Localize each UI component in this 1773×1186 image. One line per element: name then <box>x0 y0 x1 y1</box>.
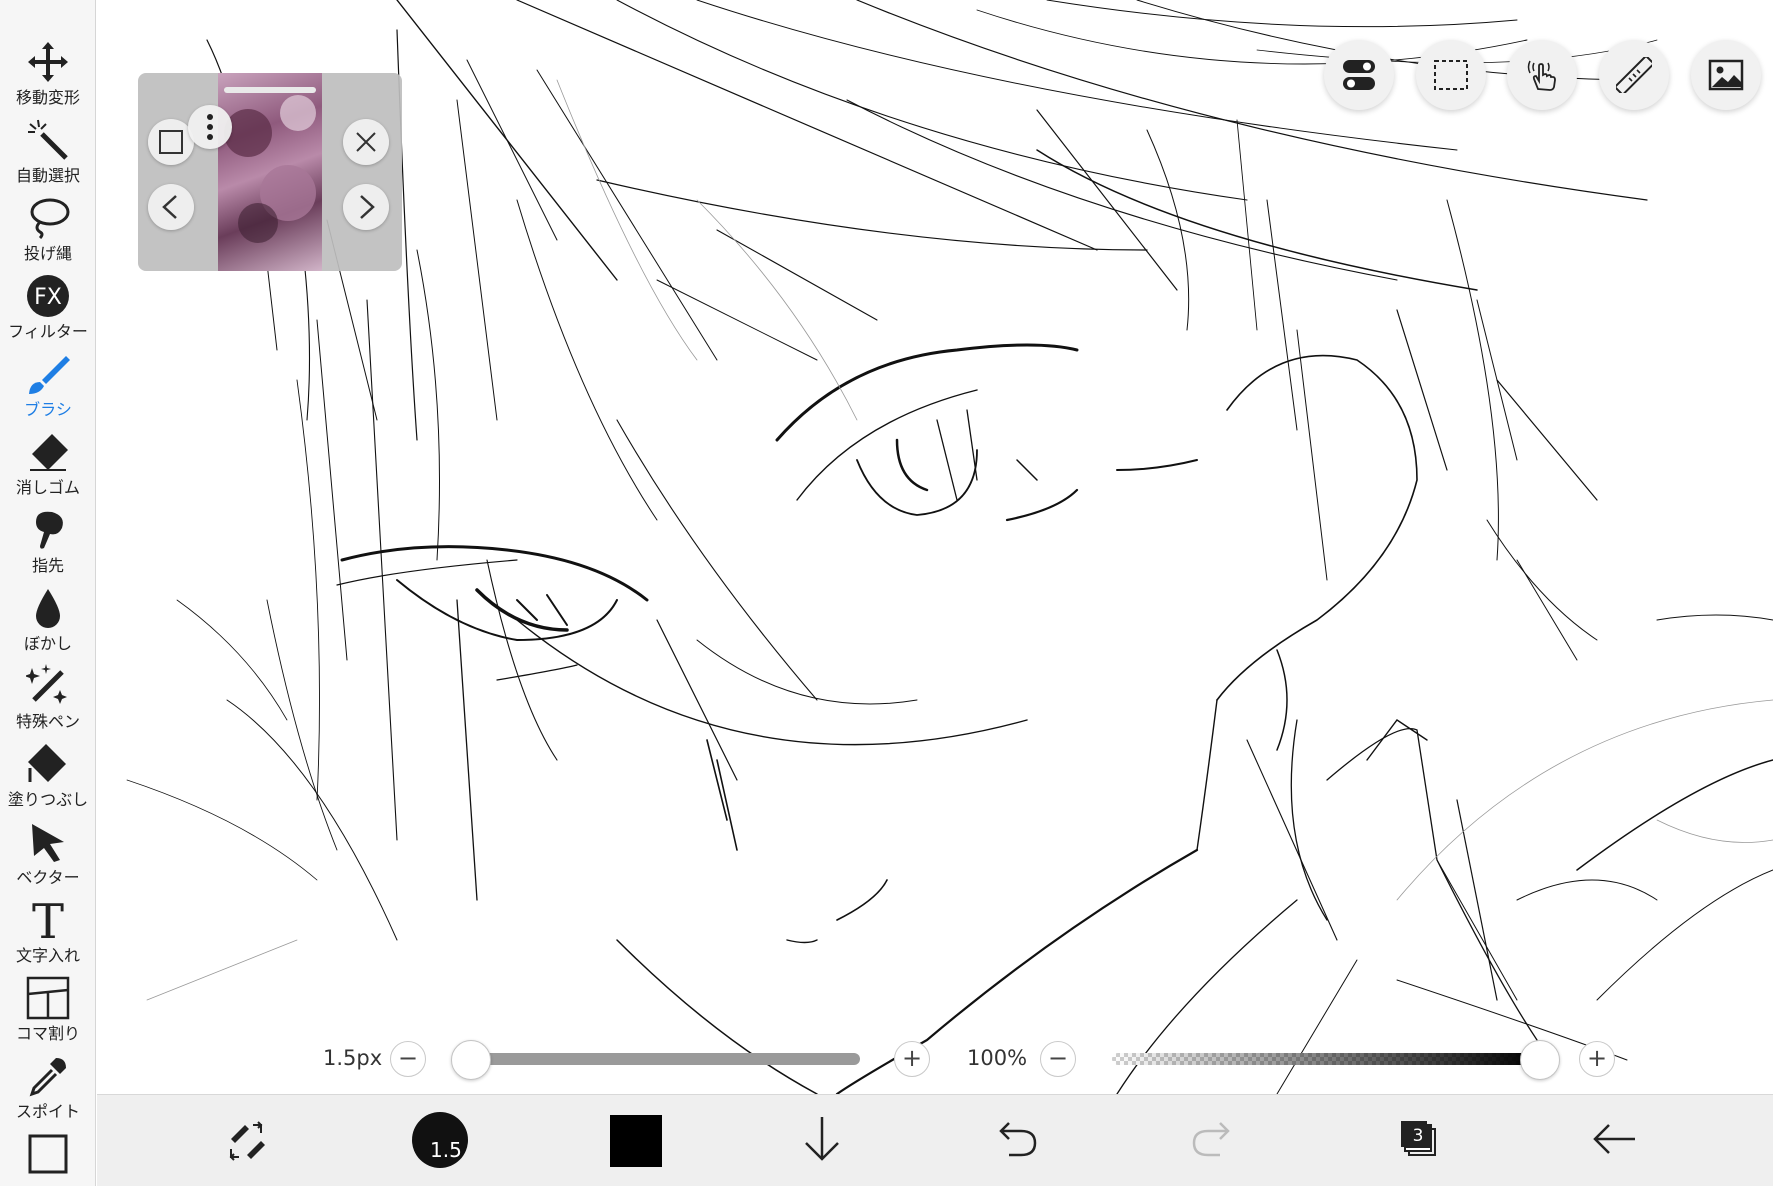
tool-vector[interactable]: ベクター <box>0 816 96 894</box>
tool-label: 指先 <box>31 556 64 575</box>
more-icon <box>207 114 213 140</box>
tool-blur[interactable]: ぼかし <box>0 582 96 660</box>
svg-text:FX: FX <box>34 285 62 310</box>
tool-label: ぼかし <box>23 634 72 653</box>
selection-icon <box>1434 60 1468 90</box>
frame-divider-icon <box>26 976 70 1020</box>
swap-tool-button[interactable] <box>217 1109 277 1169</box>
selection-button[interactable] <box>1416 40 1486 110</box>
svg-text:T: T <box>32 898 64 942</box>
reference-photo <box>224 95 316 243</box>
color-swatch[interactable] <box>610 1115 662 1167</box>
fill-bucket-icon <box>28 744 66 782</box>
tool-label: 投げ縄 <box>23 244 72 263</box>
tool-brush[interactable]: ブラシ <box>0 348 96 426</box>
tool-finger[interactable]: 指先 <box>0 504 96 582</box>
tool-label: 塗りつぶし <box>7 790 89 809</box>
ruler-button[interactable] <box>1599 40 1669 110</box>
undo-icon <box>999 1122 1037 1157</box>
vector-arrow-icon <box>32 824 64 862</box>
gesture-button[interactable] <box>1507 40 1577 110</box>
settings-toggle-button[interactable] <box>1324 40 1394 110</box>
reference-previous-button[interactable] <box>148 184 194 230</box>
close-icon <box>356 132 376 152</box>
tool-eraser[interactable]: 消しゴム <box>0 426 96 504</box>
tool-fill[interactable]: 塗りつぶし <box>0 738 96 816</box>
toggle-settings-icon <box>1343 60 1375 90</box>
tool-label: ベクター <box>16 868 80 887</box>
brush-icon <box>29 356 70 394</box>
swap-tools-icon <box>229 1121 265 1161</box>
tool-label: ブラシ <box>24 400 72 419</box>
download-button[interactable] <box>792 1109 852 1169</box>
tool-label: コマ割り <box>15 1024 80 1043</box>
opacity-slider[interactable] <box>1112 1053 1537 1065</box>
redo-button[interactable] <box>1182 1109 1242 1169</box>
tool-eyedropper[interactable]: スポイト <box>0 1050 96 1128</box>
reference-window[interactable] <box>138 73 402 271</box>
touch-gesture-icon <box>1527 60 1556 91</box>
tool-label: 移動変形 <box>15 88 80 107</box>
back-arrow-icon <box>1593 1124 1635 1154</box>
blur-drop-icon <box>36 589 60 628</box>
brush-size-slider[interactable] <box>470 1053 860 1065</box>
tool-label: 文字入れ <box>15 946 80 965</box>
eraser-icon <box>30 434 68 471</box>
tool-lasso[interactable]: 投げ縄 <box>0 192 96 270</box>
tool-label: 特殊ペン <box>15 712 80 731</box>
tool-frame-divider[interactable]: コマ割り <box>0 972 96 1050</box>
magic-wand-icon <box>28 119 68 160</box>
tool-text[interactable]: T 文字入れ <box>0 894 96 972</box>
opacity-minus-button[interactable]: − <box>1040 1041 1076 1077</box>
material-button[interactable] <box>1691 40 1761 110</box>
tool-move-transform[interactable]: 移動変形 <box>0 36 96 114</box>
redo-icon <box>1192 1122 1230 1157</box>
previous-icon <box>162 195 177 219</box>
opacity-slider-thumb[interactable] <box>1520 1040 1560 1080</box>
bottom-toolbar <box>97 1094 1773 1186</box>
brush-size-label: 1.5px <box>323 1046 383 1070</box>
canvas-frame-icon <box>28 1134 68 1174</box>
reference-thumbnail <box>218 73 322 271</box>
brush-size-indicator-text: 1.5 <box>430 1138 462 1162</box>
ruler-icon <box>1616 57 1652 93</box>
back-button[interactable] <box>1585 1109 1645 1169</box>
brush-size-slider-thumb[interactable] <box>451 1040 491 1080</box>
brush-size-minus-button[interactable]: − <box>390 1041 426 1077</box>
reference-close-button[interactable] <box>343 119 389 165</box>
move-icon <box>28 42 68 82</box>
reference-more-button[interactable] <box>188 105 232 149</box>
layer-count-badge: 3 <box>1406 1124 1430 1148</box>
tool-label: 消しゴム <box>15 478 80 497</box>
text-icon: T <box>32 898 64 942</box>
tool-special-pen[interactable]: 特殊ペン <box>0 660 96 738</box>
special-pen-icon <box>26 664 67 704</box>
undo-button[interactable] <box>987 1109 1047 1169</box>
tool-sidebar: 移動変形 自動選択 投げ縄 FX フィルター ブラシ 消しゴム 指先 ぼかし 特… <box>0 0 96 1186</box>
next-icon <box>360 195 375 219</box>
brush-size-plus-button[interactable]: + <box>894 1041 930 1077</box>
lasso-icon <box>30 198 70 240</box>
tool-label: 自動選択 <box>15 166 80 185</box>
eyedropper-icon <box>29 1058 66 1097</box>
opacity-plus-button[interactable]: + <box>1579 1041 1615 1077</box>
tool-label: スポイト <box>15 1102 80 1121</box>
tool-filter[interactable]: FX フィルター <box>0 270 96 348</box>
tool-label: フィルター <box>8 322 88 341</box>
tool-canvas-partial[interactable] <box>0 1128 96 1186</box>
opacity-label: 100% <box>967 1046 1028 1070</box>
finger-icon <box>36 511 63 549</box>
material-image-icon <box>1708 59 1744 91</box>
fx-icon: FX <box>27 275 69 317</box>
download-icon <box>805 1117 839 1161</box>
reference-next-button[interactable] <box>343 184 389 230</box>
tool-auto-select[interactable]: 自動選択 <box>0 114 96 192</box>
